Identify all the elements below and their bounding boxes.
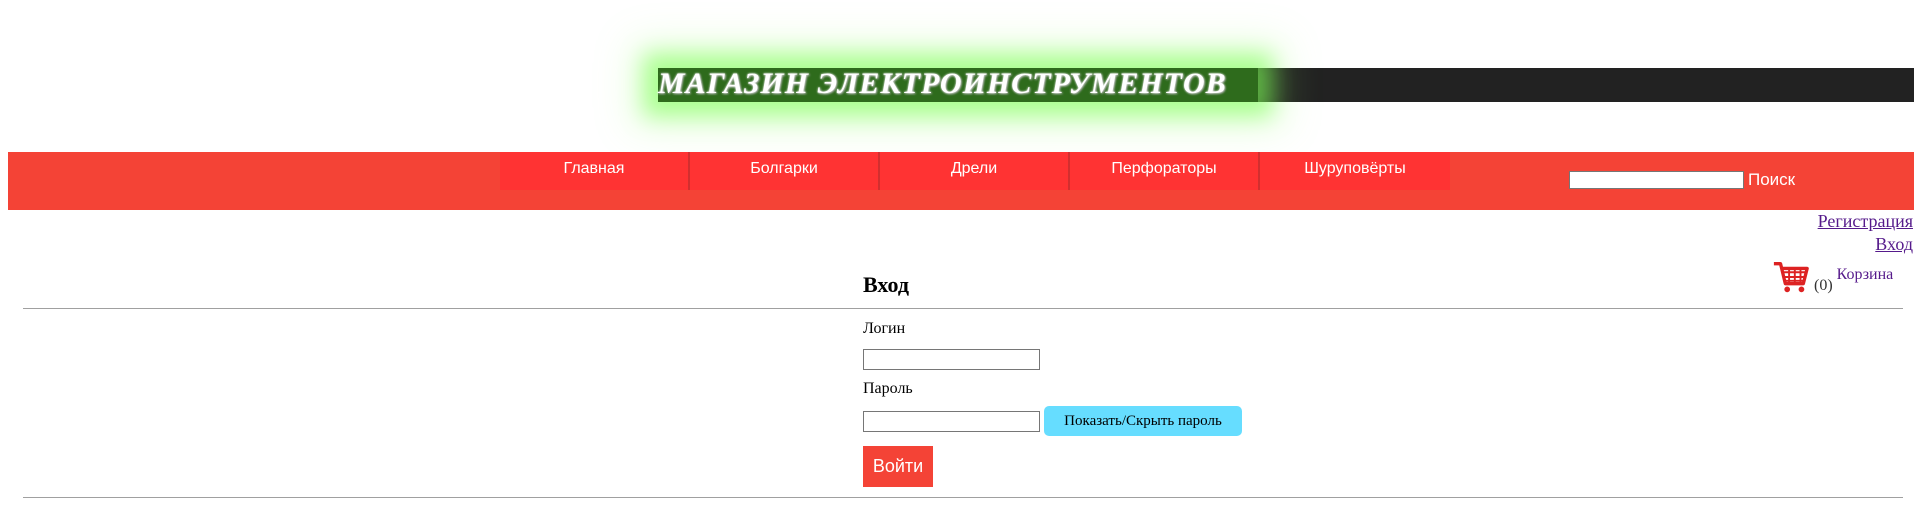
divider-top xyxy=(23,308,1903,309)
cart: (0) Корзина xyxy=(1772,258,1893,296)
submit-login-button[interactable]: Войти xyxy=(863,446,933,487)
cart-count: (0) xyxy=(1814,277,1833,294)
nav-item-grinders[interactable]: Болгарки xyxy=(690,152,880,190)
toggle-password-button[interactable]: Показать/Скрыть пароль xyxy=(1044,406,1242,436)
nav-item-drills[interactable]: Дрели xyxy=(880,152,1070,190)
register-link[interactable]: Регистрация xyxy=(1818,210,1913,233)
login-heading: Вход xyxy=(863,272,910,297)
main-menu: Главная Болгарки Дрели Перфораторы Шуруп… xyxy=(500,152,1450,190)
login-label: Логин xyxy=(863,320,906,337)
password-input[interactable] xyxy=(863,411,1040,432)
search-button[interactable]: Поиск xyxy=(1744,170,1799,190)
login-link[interactable]: Вход xyxy=(1818,233,1913,256)
divider-bottom xyxy=(23,497,1903,498)
cart-link[interactable]: Корзина xyxy=(1837,266,1894,284)
search-form: Поиск xyxy=(1569,170,1799,190)
shopping-cart-icon[interactable] xyxy=(1772,258,1810,296)
login-input[interactable] xyxy=(863,349,1040,370)
site-title: МАГАЗИН ЭЛЕКТРОИНСТРУМЕНТОВ xyxy=(658,67,1227,100)
nav-item-home[interactable]: Главная xyxy=(500,152,690,190)
nav-item-perforators[interactable]: Перфораторы xyxy=(1070,152,1260,190)
nav-item-screwdrivers[interactable]: Шуруповёрты xyxy=(1260,152,1450,190)
search-input[interactable] xyxy=(1569,171,1744,189)
account-links: Регистрация Вход xyxy=(1818,210,1913,256)
password-label: Пароль xyxy=(863,380,913,397)
